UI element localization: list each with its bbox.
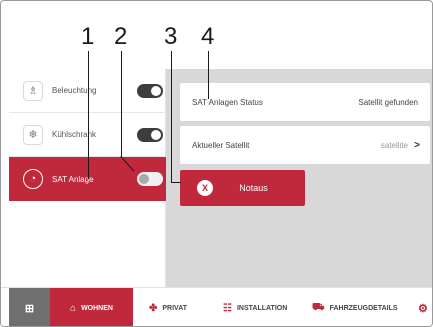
beleuchtung-toggle[interactable] bbox=[137, 83, 163, 98]
callout-3: 3 bbox=[164, 23, 178, 50]
tab-installation[interactable]: ☷ INSTALLATION bbox=[223, 288, 288, 326]
callout-2: 2 bbox=[114, 23, 128, 50]
home-icon: ⌂ bbox=[70, 302, 77, 314]
bottom-nav: ⊞ ⌂ WOHNEN ✤ PRIVAT ☷ INSTALLATION ⛟ FAH… bbox=[1, 287, 432, 326]
installation-icon: ☷ bbox=[223, 302, 232, 314]
callout-3-line-foot bbox=[171, 182, 181, 183]
callout-1: 1 bbox=[81, 23, 95, 50]
toggle-knob bbox=[151, 85, 161, 96]
sat-status-label: SAT Anlagen Status bbox=[192, 97, 263, 107]
sat-status-card: SAT Anlagen Status Satellit gefunden bbox=[180, 83, 430, 121]
satellite-dish-icon: ◔ bbox=[23, 169, 43, 189]
snowflake-icon: ❄ bbox=[23, 124, 43, 145]
vehicle-icon: ⛟ bbox=[312, 301, 325, 313]
grid-icon: ⊞ bbox=[24, 302, 35, 315]
current-satellite-label: Aktueller Satellit bbox=[192, 140, 250, 150]
tab-label: WOHNEN bbox=[81, 304, 113, 312]
sat-status-value: Satellit gefunden bbox=[358, 97, 418, 107]
tab-label: FAHRZEUGDETAILS bbox=[329, 304, 398, 312]
lightbulb-icon: ♗ bbox=[23, 80, 43, 101]
notaus-button[interactable]: X Notaus bbox=[180, 170, 305, 206]
callout-4: 4 bbox=[201, 23, 215, 50]
current-satellite-card[interactable]: Aktueller Satellit satellite > bbox=[180, 126, 430, 164]
private-icon: ✤ bbox=[149, 302, 158, 314]
chevron-right-icon: > bbox=[414, 139, 420, 151]
sidebar-item-label: Beleuchtung bbox=[52, 86, 97, 95]
toggle-knob bbox=[139, 174, 149, 184]
callout-2-line bbox=[121, 51, 122, 157]
toggle-knob bbox=[151, 129, 161, 140]
app-frame: SAT Anlagen Status Satellit gefunden Akt… bbox=[0, 0, 433, 327]
notaus-label: Notaus bbox=[239, 183, 268, 193]
callout-4-line bbox=[208, 51, 209, 99]
callout-3-line bbox=[171, 51, 172, 182]
kuehlschrank-toggle[interactable] bbox=[137, 127, 163, 142]
current-satellite-value: satellite bbox=[380, 140, 408, 150]
settings-button[interactable]: ⚙ bbox=[418, 288, 428, 326]
tab-fahrzeugdetails[interactable]: ⛟ FAHRZEUGDETAILS bbox=[312, 288, 398, 326]
gear-icon: ⚙ bbox=[418, 302, 428, 315]
tab-privat[interactable]: ✤ PRIVAT bbox=[149, 288, 188, 326]
sidebar-item-label: Kühlschrank bbox=[52, 130, 97, 139]
tab-wohnen[interactable]: ⌂ WOHNEN bbox=[50, 288, 133, 326]
tab-label: INSTALLATION bbox=[236, 304, 288, 312]
callout-1-line bbox=[88, 51, 89, 179]
menu-button[interactable]: ⊞ bbox=[9, 288, 50, 326]
sat-anlage-toggle[interactable] bbox=[137, 172, 163, 186]
tab-label: PRIVAT bbox=[162, 304, 188, 312]
